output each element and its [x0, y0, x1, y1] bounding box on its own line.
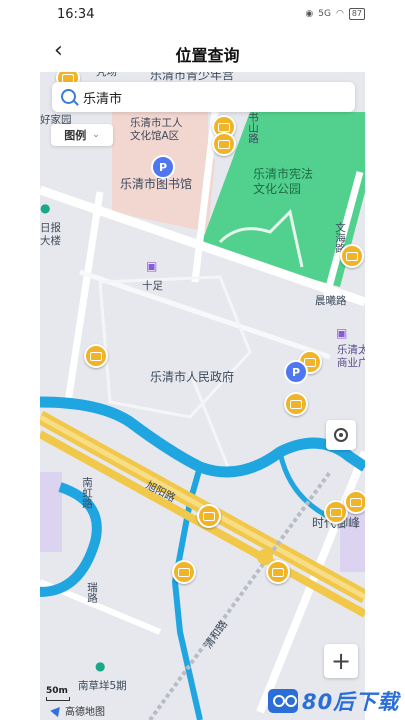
parking-p-pin[interactable]: P — [151, 155, 175, 179]
wifi-icon: ◠ — [335, 9, 344, 19]
watermark-text: 80后下载 — [302, 690, 400, 714]
parking-pin[interactable] — [212, 132, 236, 156]
parking-pin[interactable] — [266, 560, 290, 584]
label-daily-building: 日报 大楼 — [40, 222, 61, 247]
parking-pin[interactable] — [340, 244, 364, 268]
search-input[interactable] — [83, 87, 343, 107]
navigation-arrow-icon — [50, 703, 64, 718]
parking-pin[interactable] — [197, 504, 221, 528]
scale-bar — [46, 697, 70, 701]
map-provider-label: 高德地图 — [65, 707, 105, 718]
chevron-down-icon: ⌄ — [92, 130, 100, 140]
label-rui-road: 瑞路 — [86, 582, 98, 603]
location-icon: ◉ — [305, 9, 314, 19]
parking-pin[interactable] — [344, 490, 365, 514]
parking-pin[interactable] — [172, 560, 196, 584]
map-view[interactable]: 乐清市青少年宫 凭场 好家园 乐清市工人 文化馆A区 乐清市图书馆 乐清市宪法 … — [40, 72, 365, 720]
poi-icon: ● — [40, 201, 51, 215]
label-chenxi-road: 晨曦路 — [315, 295, 347, 307]
page-title: 位置查询 — [175, 46, 240, 65]
watermark: 80后下载 — [268, 682, 405, 720]
label-shushan-road: 书山路 — [247, 112, 259, 144]
shop-icon: ▣ — [146, 259, 158, 273]
label-shizu: 十足 — [142, 280, 163, 292]
search-icon — [61, 89, 76, 104]
zoom-in-button[interactable]: + — [324, 644, 358, 678]
label-nanhong-road: 南虹路 — [81, 477, 93, 509]
scale-label: 50m — [46, 686, 68, 696]
label-taigu: 乐清太古 商业广场 — [337, 344, 365, 369]
search-bar[interactable] — [52, 82, 355, 112]
legend-label: 图例 — [64, 129, 87, 142]
nav-bar: ‹ 位置查询 — [0, 30, 405, 72]
parking-p-pin[interactable]: P — [284, 360, 308, 384]
status-time: 16:34 — [57, 7, 95, 22]
label-top-left: 凭场 — [96, 72, 117, 78]
locate-button[interactable] — [326, 420, 356, 450]
status-icons: ◉ 5G ◠ 87 — [305, 8, 365, 20]
parking-pin[interactable] — [284, 392, 308, 416]
parking-pin[interactable] — [84, 344, 108, 368]
label-park: 乐清市宪法 文化公园 — [253, 167, 314, 196]
shop-icon: ▣ — [336, 326, 348, 340]
battery-icon: 87 — [348, 8, 365, 20]
poi-icon: ● — [95, 659, 106, 673]
label-government: 乐清市人民政府 — [150, 370, 235, 384]
status-bar: 16:34 ◉ 5G ◠ 87 — [0, 0, 405, 30]
crosshair-icon — [334, 428, 348, 442]
legend-button[interactable]: 图例 ⌄ — [51, 124, 113, 146]
cassette-icon — [268, 689, 298, 713]
label-library: 乐清市图书馆 — [120, 177, 193, 191]
map-provider-logo: 高德地图 — [50, 703, 105, 718]
label-cultural-hall: 乐清市工人 文化馆A区 — [130, 117, 183, 142]
label-nancaoyang: 南草垟5期 — [78, 680, 127, 692]
map-canvas — [40, 72, 365, 720]
network-label: 5G — [318, 9, 331, 19]
